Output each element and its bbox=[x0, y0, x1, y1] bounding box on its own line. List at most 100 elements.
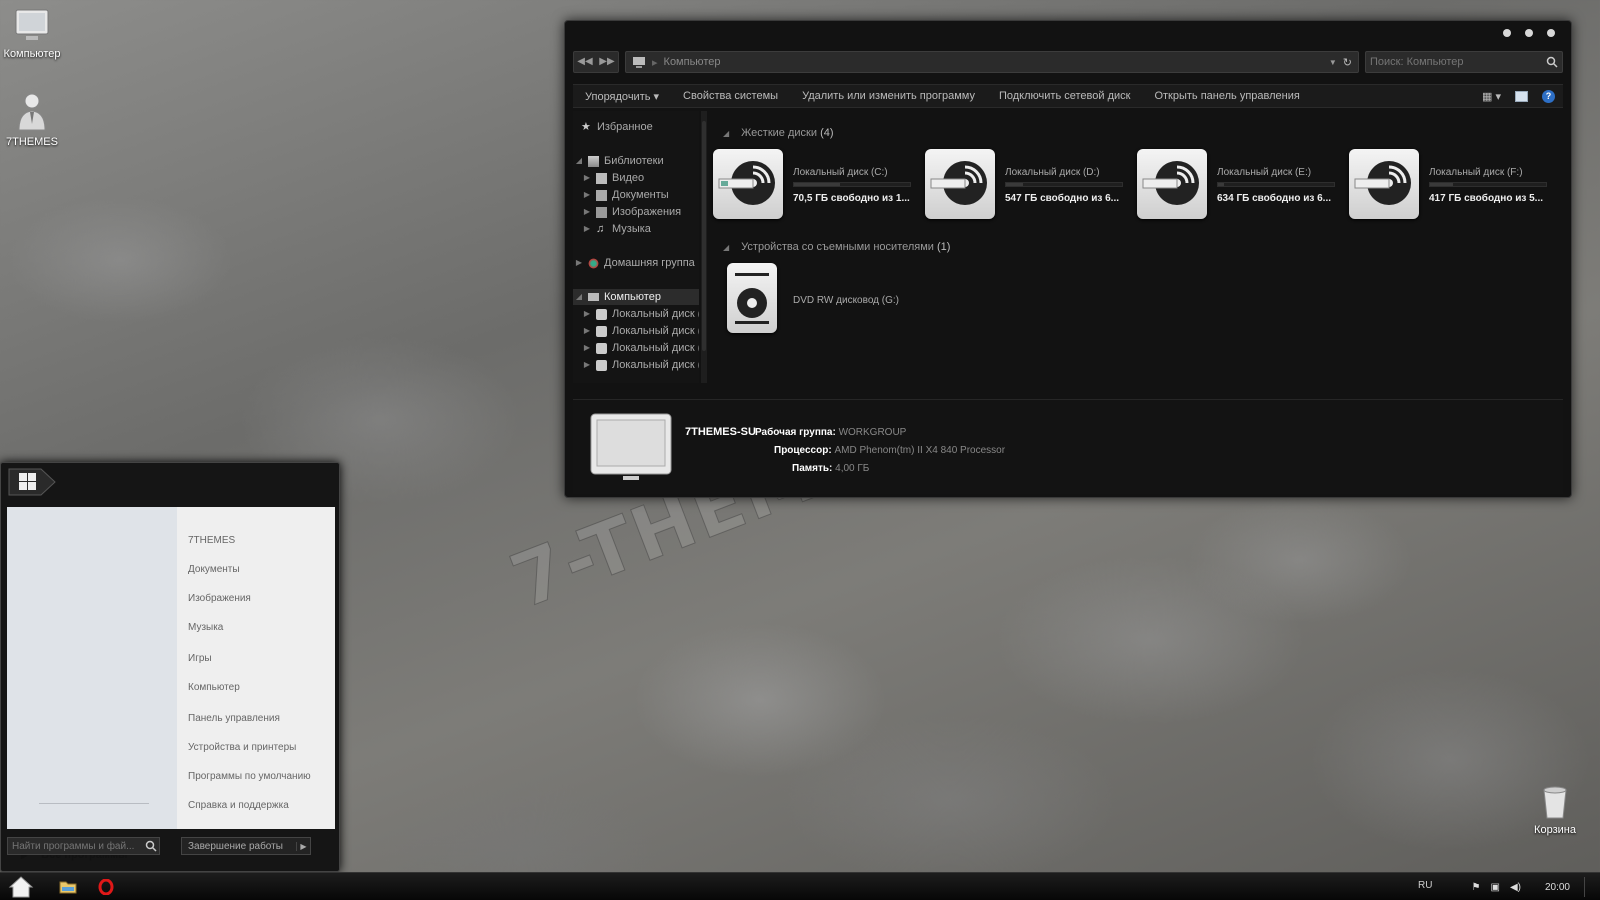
shutdown-button[interactable]: Завершение работы ▶ bbox=[181, 837, 311, 855]
start-link-music[interactable]: Музыка bbox=[188, 622, 223, 633]
view-options-icon[interactable]: ▦ ▾ bbox=[1482, 90, 1501, 103]
start-link-default-programs[interactable]: Программы по умолчанию bbox=[188, 771, 311, 782]
drive-usage-bar bbox=[793, 182, 911, 187]
nav-item-drive-e[interactable]: ▶ Локальный диск (E:) bbox=[583, 340, 699, 356]
nav-item-libraries[interactable]: ◢ Библиотеки bbox=[575, 153, 664, 169]
computer-icon bbox=[15, 9, 49, 40]
expanded-arrow-icon[interactable]: ◢ bbox=[575, 289, 583, 305]
start-link-images[interactable]: Изображения bbox=[188, 593, 251, 604]
cpu-row: Процессор: AMD Phenom(tm) II X4 840 Proc… bbox=[774, 445, 1006, 456]
collapsed-arrow-icon[interactable]: ▶ bbox=[583, 170, 591, 186]
start-link-games[interactable]: Игры bbox=[188, 653, 212, 664]
collapse-arrow-icon[interactable]: ◢ bbox=[723, 243, 729, 252]
start-link-control-panel[interactable]: Панель управления bbox=[188, 713, 280, 724]
explorer-window: ◀◀ ▶▶ ▸ Компьютер ▼ ↻ Упорядочить ▾ Свой… bbox=[564, 20, 1572, 498]
desktop-icon-computer[interactable]: Компьютер bbox=[0, 8, 67, 60]
start-search-input[interactable] bbox=[12, 840, 145, 852]
group-header-removable[interactable]: ◢ Устройства со съемными носителями (1) bbox=[723, 241, 950, 253]
nav-item-documents[interactable]: ▶ Документы bbox=[583, 187, 669, 203]
flag-icon[interactable]: ⚑ bbox=[1472, 882, 1481, 893]
back-button[interactable]: ◀◀ bbox=[574, 52, 596, 72]
drive-item-e[interactable]: Локальный диск (E:) 634 ГБ свободно из 6… bbox=[1137, 149, 1347, 223]
start-link-help[interactable]: Справка и поддержка bbox=[188, 800, 289, 811]
scrollbar-thumb[interactable] bbox=[702, 121, 706, 351]
dvd-drive-icon bbox=[727, 263, 777, 333]
details-pane: 7THEMES-SU Рабочая группа: WORKGROUP Про… bbox=[573, 399, 1563, 494]
collapsed-arrow-icon[interactable]: ▶ bbox=[583, 204, 591, 220]
show-desktop-button[interactable] bbox=[1584, 877, 1590, 897]
system-tray: ⚑ ▣ ◀) 20:00 bbox=[1472, 873, 1590, 900]
nav-item-music[interactable]: ▶ ♫ Музыка bbox=[583, 221, 651, 237]
desktop-icon-label: Компьютер bbox=[3, 48, 61, 60]
drive-item-d[interactable]: Локальный диск (D:) 547 ГБ свободно из 6… bbox=[925, 149, 1135, 223]
collapse-arrow-icon[interactable]: ◢ bbox=[723, 129, 729, 138]
map-drive-button[interactable]: Подключить сетевой диск bbox=[987, 90, 1142, 102]
drive-usage-bar bbox=[1429, 182, 1547, 187]
start-orb-icon bbox=[8, 876, 34, 898]
desktop-icon-recycle-bin[interactable]: Корзина bbox=[1520, 786, 1590, 836]
nav-item-drive-d[interactable]: ▶ Локальный диск (D:) bbox=[583, 323, 699, 339]
collapsed-arrow-icon[interactable]: ▶ bbox=[583, 357, 591, 373]
help-icon[interactable]: ? bbox=[1542, 89, 1555, 103]
shutdown-options-arrow[interactable]: ▶ bbox=[296, 841, 310, 851]
search-icon[interactable] bbox=[1546, 56, 1558, 68]
uninstall-button[interactable]: Удалить или изменить программу bbox=[790, 90, 987, 102]
start-link-documents[interactable]: Документы bbox=[188, 564, 240, 575]
system-properties-button[interactable]: Свойства системы bbox=[671, 90, 790, 102]
collapsed-arrow-icon[interactable]: ▶ bbox=[583, 340, 591, 356]
organize-button[interactable]: Упорядочить ▾ bbox=[573, 90, 671, 103]
nav-item-computer[interactable]: ◢ Компьютер bbox=[573, 289, 699, 305]
control-panel-button[interactable]: Открыть панель управления bbox=[1142, 90, 1311, 102]
desktop-icon-label: 7THEMES bbox=[6, 136, 58, 148]
collapsed-arrow-icon[interactable]: ▶ bbox=[583, 187, 591, 203]
close-button[interactable] bbox=[1547, 29, 1555, 37]
drive-name: Локальный диск (E:) bbox=[1217, 167, 1312, 178]
nav-item-video[interactable]: ▶ Видео bbox=[583, 170, 644, 186]
nav-item-drive-c[interactable]: ▶ Локальный диск (C:) bbox=[583, 306, 699, 322]
drive-item-f[interactable]: Локальный диск (F:) 417 ГБ свободно из 5… bbox=[1349, 149, 1559, 223]
minimize-button[interactable] bbox=[1503, 29, 1511, 37]
nav-scrollbar[interactable] bbox=[701, 111, 707, 383]
taskbar: RU ⚑ ▣ ◀) 20:00 bbox=[0, 872, 1600, 900]
desktop-icon-user[interactable]: 7THEMES bbox=[0, 92, 67, 148]
taskbar-opera[interactable] bbox=[90, 875, 122, 899]
forward-button[interactable]: ▶▶ bbox=[596, 52, 618, 72]
language-indicator[interactable]: RU bbox=[1418, 880, 1432, 891]
content-pane: ◢ Жесткие диски (4) Локальный диск (C:) … bbox=[713, 111, 1563, 396]
chevron-down-icon[interactable]: ▼ bbox=[1329, 58, 1337, 67]
collapsed-arrow-icon[interactable]: ▶ bbox=[575, 255, 583, 271]
nav-item-drive-f[interactable]: ▶ Локальный диск (F:) bbox=[583, 357, 699, 373]
hard-drive-icon bbox=[596, 359, 607, 371]
video-icon bbox=[596, 172, 607, 184]
maximize-button[interactable] bbox=[1525, 29, 1533, 37]
preview-pane-icon[interactable] bbox=[1515, 90, 1528, 102]
address-text: Компьютер bbox=[663, 56, 721, 68]
collapsed-arrow-icon[interactable]: ▶ bbox=[583, 221, 591, 237]
taskbar-explorer[interactable] bbox=[52, 875, 84, 899]
collapsed-arrow-icon[interactable]: ▶ bbox=[583, 306, 591, 322]
music-icon: ♫ bbox=[596, 222, 605, 235]
nav-item-homegroup[interactable]: ▶ Домашняя группа bbox=[575, 255, 695, 271]
volume-icon[interactable]: ◀) bbox=[1510, 882, 1521, 893]
start-link-devices[interactable]: Устройства и принтеры bbox=[188, 742, 296, 753]
start-link-user[interactable]: 7THEMES bbox=[188, 535, 235, 546]
group-header-hard-disks[interactable]: ◢ Жесткие диски (4) bbox=[723, 127, 834, 139]
expanded-arrow-icon[interactable]: ◢ bbox=[575, 153, 583, 169]
network-icon[interactable]: ▣ bbox=[1490, 882, 1499, 893]
nav-item-images[interactable]: ▶ Изображения bbox=[583, 204, 681, 220]
clock[interactable]: 20:00 bbox=[1545, 882, 1570, 893]
start-menu: ▶ Все программы 7THEMES Документы Изображ… bbox=[0, 462, 340, 872]
collapsed-arrow-icon[interactable]: ▶ bbox=[583, 323, 591, 339]
address-bar[interactable]: ▸ Компьютер ▼ ↻ bbox=[625, 51, 1359, 73]
search-icon[interactable] bbox=[145, 840, 157, 852]
nav-item-favorites[interactable]: ★ Избранное bbox=[581, 119, 653, 135]
images-icon bbox=[596, 206, 607, 218]
start-button[interactable] bbox=[4, 874, 38, 900]
start-link-computer[interactable]: Компьютер bbox=[188, 682, 240, 693]
refresh-icon[interactable]: ↻ bbox=[1343, 56, 1352, 69]
search-input[interactable] bbox=[1370, 56, 1546, 68]
drive-item-c[interactable]: Локальный диск (C:) 70,5 ГБ свободно из … bbox=[713, 149, 923, 223]
drive-item-dvd[interactable]: DVD RW дисковод (G:) bbox=[723, 263, 933, 337]
drive-name: Локальный диск (D:) bbox=[1005, 167, 1100, 178]
workgroup-row: Рабочая группа: WORKGROUP bbox=[755, 427, 907, 438]
